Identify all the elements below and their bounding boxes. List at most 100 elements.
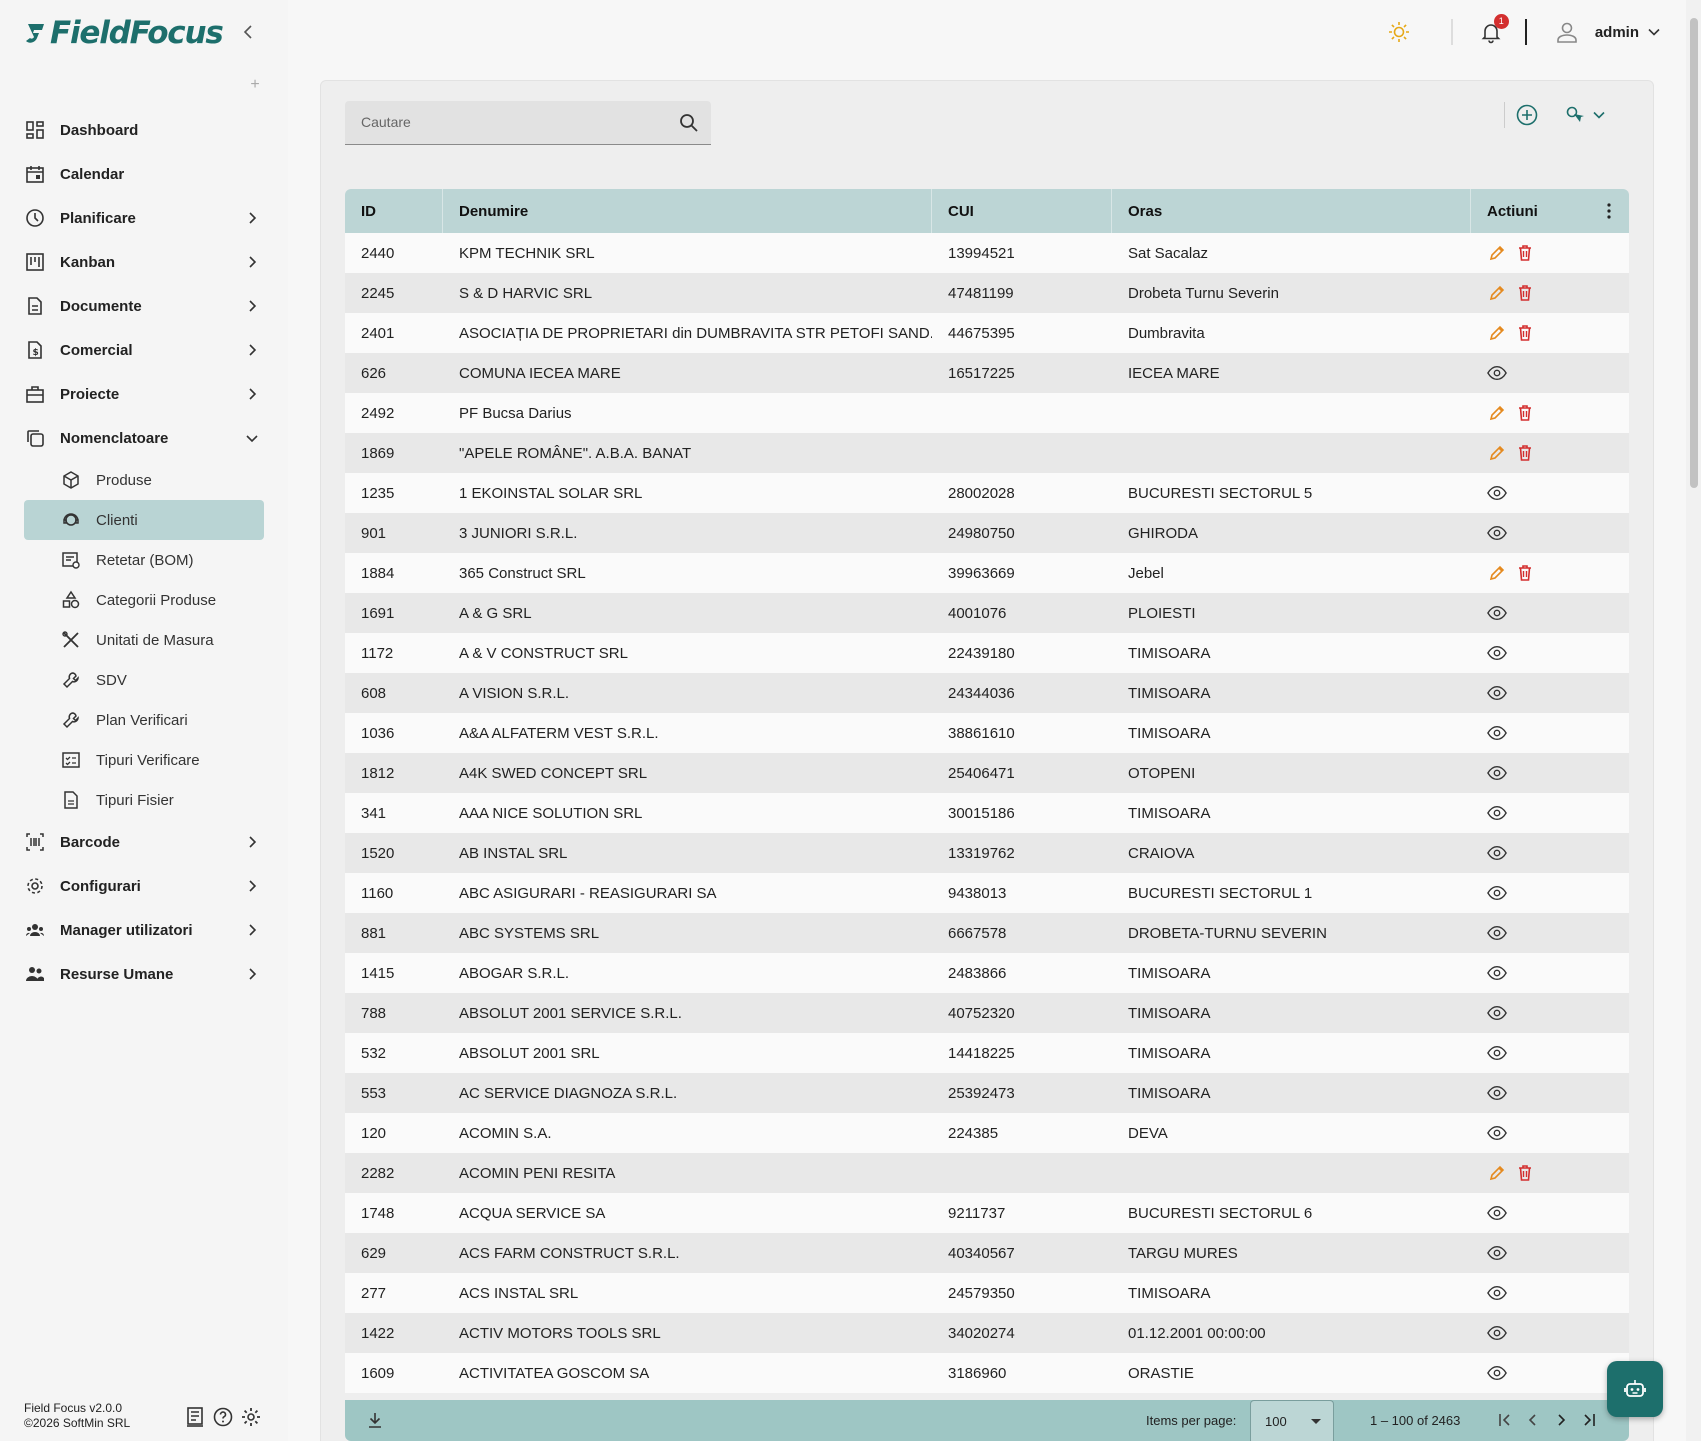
sidebar-subitem-unitati-de-masura[interactable]: Unitati de Masura [24, 620, 264, 660]
sidebar-subitem-retetar-bom[interactable]: Retetar (BOM) [24, 540, 264, 580]
settings-gear-icon[interactable] [240, 1406, 262, 1428]
delete-icon[interactable] [1515, 563, 1535, 583]
add-client-button[interactable] [1515, 103, 1539, 127]
table-row[interactable]: 1691 A & G SRL 4001076 PLOIESTI [345, 593, 1629, 633]
sidebar-item-kanban[interactable]: Kanban [24, 240, 264, 284]
table-row[interactable]: 341 AAA NICE SOLUTION SRL 30015186 TIMISOAR… [345, 793, 1629, 833]
table-row[interactable]: 788 ABSOLUT 2001 SERVICE S.R.L. 40752320 TI… [345, 993, 1629, 1033]
table-row[interactable]: 2282 ACOMIN PENI RESITA [345, 1153, 1629, 1193]
sidebar-item-proiecte[interactable]: Proiecte [24, 372, 264, 416]
previous-page-button[interactable] [1523, 1410, 1543, 1430]
delete-icon[interactable] [1515, 283, 1535, 303]
view-icon[interactable] [1487, 1283, 1507, 1303]
view-icon[interactable] [1487, 963, 1507, 983]
page-scrollbar[interactable] [1686, 0, 1701, 1441]
sidebar-subitem-sdv[interactable]: SDV [24, 660, 264, 700]
page-size-select[interactable]: 100 [1250, 1400, 1334, 1441]
view-icon[interactable] [1487, 683, 1507, 703]
table-row[interactable]: 1748 ACQUA SERVICE SA 9211737 BUCURESTI SEC… [345, 1193, 1629, 1233]
add-favorite-button[interactable]: + [248, 77, 262, 93]
delete-icon[interactable] [1515, 443, 1535, 463]
sidebar-subitem-categorii-produse[interactable]: Categorii Produse [24, 580, 264, 620]
table-row[interactable]: 532 ABSOLUT 2001 SRL 14418225 TIMISOARA [345, 1033, 1629, 1073]
table-row[interactable]: 1415 ABOGAR S.R.L. 2483866 TIMISOARA [345, 953, 1629, 993]
edit-icon[interactable] [1487, 563, 1507, 583]
table-row[interactable]: 2245 S & D HARVIC SRL 47481199 Drobeta Turn… [345, 273, 1629, 313]
table-row[interactable]: 1812 A4K SWED CONCEPT SRL 25406471 OTOPENI [345, 753, 1629, 793]
view-icon[interactable] [1487, 603, 1507, 623]
sidebar-item-nomenclatoare[interactable]: Nomenclatoare [24, 416, 264, 460]
delete-icon[interactable] [1515, 243, 1535, 263]
sidebar-item-calendar[interactable]: Calendar [24, 152, 264, 196]
table-row[interactable]: 2492 PF Bucsa Darius [345, 393, 1629, 433]
table-row[interactable]: 901 3 JUNIORI S.R.L. 24980750 GHIRODA [345, 513, 1629, 553]
table-row[interactable]: 881 ABC SYSTEMS SRL 6667578 DROBETA-TURNU S… [345, 913, 1629, 953]
last-page-button[interactable] [1579, 1410, 1599, 1430]
view-icon[interactable] [1487, 803, 1507, 823]
table-row[interactable]: 1160 ABC ASIGURARI - REASIGURARI SA 943801… [345, 873, 1629, 913]
more-vert-icon[interactable] [1599, 201, 1619, 221]
view-icon[interactable] [1487, 1243, 1507, 1263]
table-row[interactable]: 1422 ACTIV MOTORS TOOLS SRL 34020274 01.12.… [345, 1313, 1629, 1353]
edit-icon[interactable] [1487, 323, 1507, 343]
sidebar-subitem-tipuri-verificare[interactable]: Tipuri Verificare [24, 740, 264, 780]
delete-icon[interactable] [1515, 403, 1535, 423]
table-row[interactable]: 1609 ACTIVITATEA GOSCOM SA 3186960 ORASTIE [345, 1353, 1629, 1393]
table-row[interactable]: 553 AC SERVICE DIAGNOZA S.R.L. 25392473 TIM… [345, 1073, 1629, 1113]
delete-icon[interactable] [1515, 323, 1535, 343]
edit-icon[interactable] [1487, 403, 1507, 423]
table-row[interactable]: 2401 ASOCIAȚIA DE PROPRIETARI din DUMBRAV… [345, 313, 1629, 353]
search-input[interactable] [345, 101, 655, 143]
sidebar-item-documente[interactable]: Documente [24, 284, 264, 328]
view-icon[interactable] [1487, 1083, 1507, 1103]
view-icon[interactable] [1487, 1363, 1507, 1383]
assistant-bot-button[interactable] [1607, 1361, 1663, 1417]
download-icon[interactable] [365, 1410, 385, 1430]
view-icon[interactable] [1487, 643, 1507, 663]
scrollbar-thumb[interactable] [1690, 18, 1698, 488]
sidebar-subitem-produse[interactable]: Produse [24, 460, 264, 500]
sidebar-item-planificare[interactable]: Planificare [24, 196, 264, 240]
delete-icon[interactable] [1515, 1163, 1535, 1183]
notifications-button[interactable]: 1 [1479, 14, 1509, 44]
edit-icon[interactable] [1487, 443, 1507, 463]
sidebar-item-configurari[interactable]: Configurari [24, 864, 264, 908]
view-icon[interactable] [1487, 923, 1507, 943]
table-row[interactable]: 629 ACS FARM CONSTRUCT S.R.L. 40340567 TARG… [345, 1233, 1629, 1273]
view-icon[interactable] [1487, 843, 1507, 863]
view-icon[interactable] [1487, 1123, 1507, 1143]
sidebar-subitem-tipuri-fisier[interactable]: Tipuri Fisier [24, 780, 264, 820]
search-icon[interactable] [679, 113, 699, 133]
column-header-cui[interactable]: CUI [932, 189, 1112, 233]
sidebar-item-barcode[interactable]: Barcode [24, 820, 264, 864]
sidebar-subitem-clienti[interactable]: Clienti [24, 500, 264, 540]
view-icon[interactable] [1487, 1203, 1507, 1223]
help-icon[interactable] [212, 1406, 234, 1428]
edit-icon[interactable] [1487, 243, 1507, 263]
view-icon[interactable] [1487, 363, 1507, 383]
chevron-down-icon[interactable] [1647, 25, 1661, 39]
view-icon[interactable] [1487, 723, 1507, 743]
user-icon[interactable] [1555, 20, 1579, 44]
edit-icon[interactable] [1487, 1163, 1507, 1183]
table-row[interactable]: 277 ACS INSTAL SRL 24579350 TIMISOARA [345, 1273, 1629, 1313]
sidebar-item-manager-utilizatori[interactable]: Manager utilizatori [24, 908, 264, 952]
sidebar-subitem-plan-verificari[interactable]: Plan Verificari [24, 700, 264, 740]
table-row[interactable]: 2440 KPM TECHNIK SRL 13994521 Sat Sacalaz [345, 233, 1629, 273]
table-row[interactable]: 608 A VISION S.R.L. 24344036 TIMISOARA [345, 673, 1629, 713]
column-header-denumire[interactable]: Denumire [443, 189, 932, 233]
view-icon[interactable] [1487, 1003, 1507, 1023]
changelog-icon[interactable] [184, 1406, 206, 1428]
table-row[interactable]: 626 COMUNA IECEA MARE 16517225 IECEA MARE [345, 353, 1629, 393]
view-icon[interactable] [1487, 1043, 1507, 1063]
table-row[interactable]: 120 ACOMIN S.A. 224385 DEVA [345, 1113, 1629, 1153]
table-row[interactable]: 1520 AB INSTAL SRL 13319762 CRAIOVA [345, 833, 1629, 873]
table-row[interactable]: 1172 A & V CONSTRUCT SRL 22439180 TIMISOARA [345, 633, 1629, 673]
view-icon[interactable] [1487, 483, 1507, 503]
toolbar-dropdown-button[interactable] [1587, 103, 1611, 127]
table-row[interactable]: 1235 1 EKOINSTAL SOLAR SRL 28002028 BUCURES… [345, 473, 1629, 513]
next-page-button[interactable] [1551, 1410, 1571, 1430]
view-icon[interactable] [1487, 883, 1507, 903]
column-header-id[interactable]: ID [345, 189, 443, 233]
collapse-sidebar-button[interactable] [240, 22, 256, 42]
